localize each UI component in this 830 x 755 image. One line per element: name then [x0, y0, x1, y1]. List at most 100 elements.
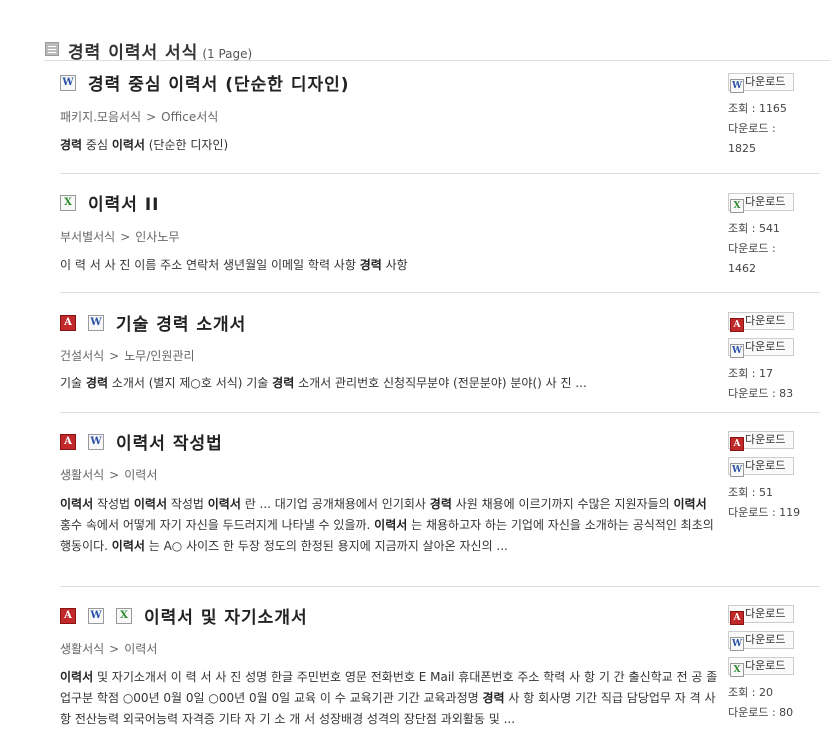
download-pdf-button[interactable]: A 다운로드: [728, 605, 794, 625]
result-item: W 경력 중심 이력서 (단순한 디자인) 패키지.모음서식 > Office서식 경…: [60, 70, 820, 170]
pdf-file-icon: A: [730, 318, 744, 332]
category-link[interactable]: 생활서식: [60, 468, 104, 482]
description-text: 는 A○ 사이즈 한 두장 정도의 한정된 용지에 지금까지 살아온 자신의 .…: [144, 539, 508, 553]
result-description: 기술 경력 소개서 (별지 제○호 서식) 기술 경력 소개서 관리번호 신청직…: [60, 373, 720, 394]
download-word-button[interactable]: W 다운로드: [728, 73, 794, 93]
description-text: (단순한 디자인): [144, 138, 229, 152]
category-breadcrumb: 생활서식 > 이력서: [60, 642, 158, 656]
word-file-icon: W: [730, 79, 744, 93]
view-count: 조회 : 541: [728, 222, 780, 235]
download-count: 다운로드 : 119: [728, 506, 801, 519]
subcategory-link[interactable]: 이력서: [124, 642, 157, 656]
description-text: 란 ... 대기업 공개채용에서 인기회사: [240, 497, 430, 511]
download-count: 다운로드 : 83: [728, 387, 794, 400]
result-item: A W X 이력서 및 자기소개서 생활서식 > 이력서 이력서 및 자기소개서 이 력 …: [60, 603, 820, 753]
view-count: 조회 : 1165: [728, 102, 787, 115]
result-title[interactable]: 이력서 및 자기소개서: [144, 603, 308, 628]
divider: [60, 173, 820, 174]
category-link[interactable]: 생활서식: [60, 642, 104, 656]
subcategory-link[interactable]: 이력서: [124, 468, 157, 482]
keyword-highlight: 경력: [85, 376, 108, 390]
download-panel: X 다운로드 조회 : 541 다운로드 : 1462: [728, 193, 818, 279]
document-list-icon: [45, 42, 59, 56]
subcategory-link[interactable]: 인사노무: [135, 230, 179, 244]
category-breadcrumb: 패키지.모음서식 > Office서식: [60, 110, 219, 124]
result-title-row[interactable]: A W 기술 경력 소개서: [60, 310, 246, 335]
keyword-highlight: 이력서: [207, 497, 241, 511]
category-link[interactable]: 패키지.모음서식: [60, 110, 141, 124]
result-title-row[interactable]: A W 이력서 작성법: [60, 429, 223, 454]
description-text: 사원 채용에 이르기까지 수많은 지원자들의: [451, 497, 674, 511]
download-excel-button[interactable]: X 다운로드: [728, 657, 794, 677]
word-file-icon: W: [88, 433, 104, 450]
result-description: 이력서 작성법 이력서 작성법 이력서 란 ... 대기업 공개채용에서 인기회…: [60, 494, 720, 557]
section-header: 경력 이력서 서식 (1 Page): [44, 38, 830, 63]
keyword-highlight: 이력서: [673, 497, 707, 511]
result-title-row[interactable]: W 경력 중심 이력서 (단순한 디자인): [60, 70, 350, 95]
download-count-label: 다운로드 :: [728, 242, 776, 255]
excel-file-icon: X: [60, 194, 76, 211]
excel-file-icon: X: [116, 607, 132, 624]
pdf-file-icon: A: [730, 611, 744, 625]
download-word-button[interactable]: W 다운로드: [728, 338, 794, 358]
pdf-file-icon: A: [60, 314, 76, 331]
category-breadcrumb: 건설서식 > 노무/인원관리: [60, 349, 195, 363]
word-file-icon: W: [730, 637, 744, 651]
divider: [60, 412, 820, 413]
keyword-highlight: 이력서: [60, 670, 94, 684]
result-description: 이력서 및 자기소개서 이 력 서 사 진 성명 한글 주민번호 영문 전화번호…: [60, 667, 720, 730]
description-text: 기술: [60, 376, 86, 390]
download-panel: A 다운로드 W 다운로드 조회 : 17 다운로드 : 83: [728, 312, 818, 404]
keyword-highlight: 이력서: [111, 138, 145, 152]
view-count: 조회 : 17: [728, 367, 773, 380]
result-title[interactable]: 경력 중심 이력서 (단순한 디자인): [88, 70, 350, 95]
word-file-icon: W: [88, 607, 104, 624]
description-text: 작성법: [93, 497, 134, 511]
keyword-highlight: 이력서: [374, 518, 408, 532]
description-text: 중심: [82, 138, 112, 152]
result-description: 경력 중심 이력서 (단순한 디자인): [60, 135, 720, 156]
divider: [60, 292, 820, 293]
keyword-highlight: 경력: [482, 691, 505, 705]
download-count-value: 1462: [728, 262, 756, 275]
description-text: 사항: [381, 258, 408, 272]
word-file-icon: W: [730, 463, 744, 477]
download-panel: A 다운로드 W 다운로드 X 다운로드 조회 : 20 다운로드 : 80: [728, 605, 818, 723]
download-word-button[interactable]: W 다운로드: [728, 457, 794, 477]
result-item: X 이력서 II 부서별서식 > 인사노무 이 력 서 사 진 이름 주소 연락처 생…: [60, 190, 820, 290]
keyword-highlight: 이력서: [133, 497, 167, 511]
view-count: 조회 : 51: [728, 486, 773, 499]
subcategory-link[interactable]: 노무/인원관리: [124, 349, 194, 363]
download-count: 다운로드 : 80: [728, 706, 794, 719]
excel-file-icon: X: [730, 199, 744, 213]
excel-file-icon: X: [730, 663, 744, 677]
description-text: 소개서 관리번호 신청직무분야 (전문분야) 분야() 사 진 ...: [294, 376, 587, 390]
download-panel: A 다운로드 W 다운로드 조회 : 51 다운로드 : 119: [728, 431, 818, 523]
description-text: 작성법: [167, 497, 208, 511]
category-link[interactable]: 건설서식: [60, 349, 104, 363]
result-title[interactable]: 이력서 II: [88, 190, 160, 215]
result-title[interactable]: 이력서 작성법: [116, 429, 223, 454]
description-text: 이 력 서 사 진 이름 주소 연락처 생년월일 이메일 학력 사항: [60, 258, 360, 272]
keyword-highlight: 경력: [359, 258, 382, 272]
download-word-button[interactable]: W 다운로드: [728, 631, 794, 651]
keyword-highlight: 경력: [429, 497, 452, 511]
category-link[interactable]: 부서별서식: [60, 230, 115, 244]
result-description: 이 력 서 사 진 이름 주소 연락처 생년월일 이메일 학력 사항 경력 사항: [60, 255, 720, 276]
download-pdf-button[interactable]: A 다운로드: [728, 431, 794, 451]
result-title-row[interactable]: X 이력서 II: [60, 190, 160, 215]
pdf-file-icon: A: [60, 607, 76, 624]
result-title[interactable]: 기술 경력 소개서: [116, 310, 246, 335]
download-excel-button[interactable]: X 다운로드: [728, 193, 794, 213]
download-panel: W 다운로드 조회 : 1165 다운로드 : 1825: [728, 73, 818, 159]
keyword-highlight: 이력서: [111, 539, 145, 553]
divider: [60, 586, 820, 587]
result-title-row[interactable]: A W X 이력서 및 자기소개서: [60, 603, 308, 628]
download-count-label: 다운로드 :: [728, 122, 776, 135]
keyword-highlight: 이력서: [60, 497, 94, 511]
word-file-icon: W: [88, 314, 104, 331]
subcategory-link[interactable]: Office서식: [161, 110, 218, 124]
download-pdf-button[interactable]: A 다운로드: [728, 312, 794, 332]
description-text: 홍수 속에서 어떻게 자기 자신을 두드러지게 나타낼 수 있을까.: [60, 518, 375, 532]
description-text: 소개서 (별지 제○호 서식) 기술: [108, 376, 273, 390]
